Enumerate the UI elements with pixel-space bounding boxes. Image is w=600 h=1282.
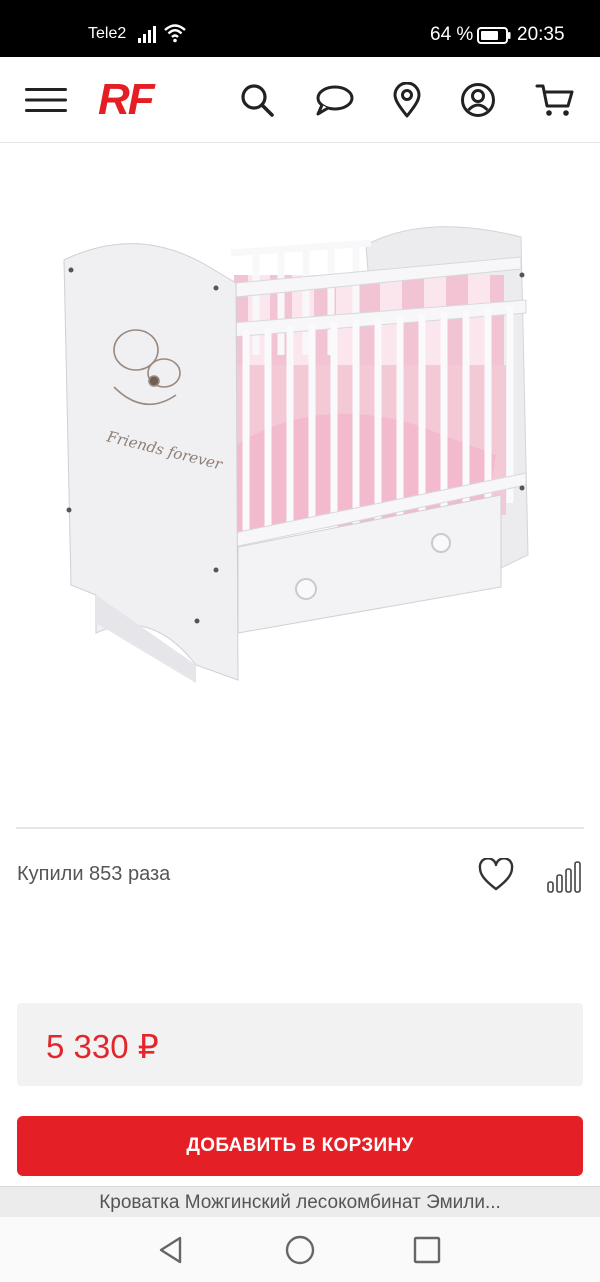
image-divider <box>16 827 584 829</box>
app-header: RF <box>0 57 600 143</box>
recents-button[interactable] <box>410 1233 444 1267</box>
system-nav-bar <box>0 1217 600 1282</box>
status-bar: Tele2 64 % 20:35 <box>0 0 600 57</box>
cart-icon <box>535 84 574 116</box>
price-box: 5 330 ₽ <box>17 1003 583 1086</box>
battery-percent: 64 % <box>430 24 474 45</box>
compare-bars-icon <box>547 861 581 893</box>
product-image[interactable]: Friends forever <box>16 155 584 825</box>
battery-icon <box>477 27 511 44</box>
search-icon <box>241 84 274 117</box>
menu-icon <box>25 88 67 112</box>
search-button[interactable] <box>234 77 280 123</box>
home-circle-icon <box>285 1235 315 1265</box>
cart-button[interactable] <box>532 77 578 123</box>
crib-illustration: Friends forever <box>63 226 529 683</box>
recents-square-icon <box>413 1236 441 1264</box>
back-button[interactable] <box>154 1233 188 1267</box>
account-button[interactable] <box>455 77 501 123</box>
compare-button[interactable] <box>546 860 586 896</box>
price: 5 330 ₽ <box>46 1028 159 1065</box>
clock: 20:35 <box>517 24 565 45</box>
chat-icon <box>316 85 354 116</box>
rf-logo[interactable]: RF <box>98 75 155 125</box>
back-triangle-icon <box>159 1236 182 1264</box>
carrier-name: Tele2 <box>88 25 127 42</box>
wifi-icon <box>164 24 186 43</box>
signal-icon <box>138 26 156 43</box>
purchase-count: Купили 853 раза <box>17 863 171 885</box>
location-button[interactable] <box>384 77 430 123</box>
menu-button[interactable] <box>23 77 69 123</box>
heart-icon <box>478 857 514 891</box>
location-pin-icon <box>393 82 421 118</box>
home-button[interactable] <box>283 1233 317 1267</box>
account-icon <box>461 83 495 117</box>
page-tab-title: Кроватка Можгинский лесокомбинат Эмили..… <box>0 1186 600 1217</box>
wishlist-button[interactable] <box>478 857 518 898</box>
chat-button[interactable] <box>311 77 357 123</box>
add-to-cart-button[interactable]: ДОБАВИТЬ В КОРЗИНУ <box>17 1116 583 1176</box>
